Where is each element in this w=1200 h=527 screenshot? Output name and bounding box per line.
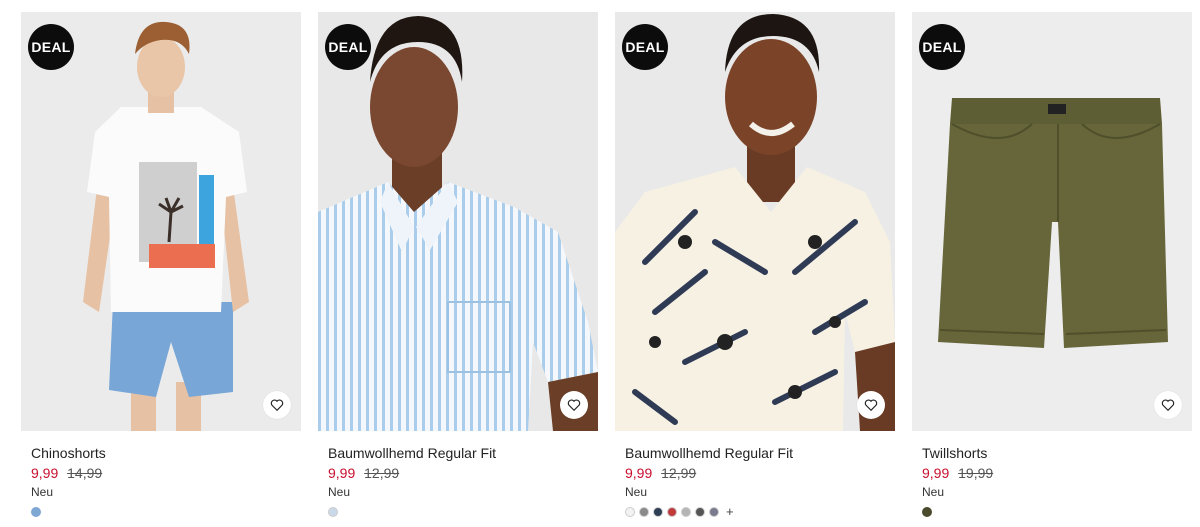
new-label: Neu [922,485,945,499]
color-swatch[interactable] [681,507,691,517]
product-title[interactable]: Chinoshorts [31,445,301,461]
color-swatches: + [625,505,895,518]
product-photo-chinoshorts [21,12,301,431]
product-image[interactable]: DEAL [615,12,895,431]
heart-outline-icon [1161,399,1175,412]
new-label: Neu [31,485,54,499]
color-swatch[interactable] [31,507,41,517]
color-swatch[interactable] [695,507,705,517]
product-photo-striped-shirt [318,12,598,431]
favorite-button[interactable] [263,391,291,419]
color-swatch[interactable] [709,507,719,517]
heart-outline-icon [864,399,878,412]
new-label: Neu [328,485,351,499]
heart-outline-icon [270,399,284,412]
deal-badge: DEAL [28,24,74,70]
color-swatch[interactable] [667,507,677,517]
deal-badge: DEAL [919,24,965,70]
product-card[interactable]: DEAL Twillshorts 9,99 19,99 Neu [912,12,1192,518]
product-prices: 9,99 19,99 [922,465,1192,481]
product-photo-floral-shirt [615,12,895,431]
original-price: 19,99 [958,465,994,481]
product-image[interactable]: DEAL [21,12,301,431]
color-swatch[interactable] [922,507,932,517]
product-card[interactable]: DEAL Baumwollhemd Regular Fit 9,99 12,99… [318,12,598,518]
deal-badge: DEAL [325,24,371,70]
sale-price: 9,99 [31,465,59,481]
color-swatch[interactable] [625,507,635,517]
heart-outline-icon [567,399,581,412]
product-card[interactable]: DEAL Baumwollhemd Regular Fit 9,99 12,99… [615,12,895,518]
product-prices: 9,99 12,99 [625,465,895,481]
color-swatch[interactable] [653,507,663,517]
original-price: 12,99 [661,465,697,481]
color-swatches [31,506,301,518]
original-price: 14,99 [67,465,103,481]
product-photo-twillshorts [912,12,1192,431]
product-card[interactable]: DEAL Chinoshorts 9,99 14,99 Neu [21,12,301,518]
more-colors-button[interactable]: + [726,505,734,518]
color-swatch[interactable] [328,507,338,517]
sale-price: 9,99 [328,465,356,481]
deal-badge: DEAL [622,24,668,70]
original-price: 12,99 [364,465,400,481]
color-swatch[interactable] [639,507,649,517]
favorite-button[interactable] [560,391,588,419]
color-swatches [922,506,1192,518]
product-prices: 9,99 12,99 [328,465,598,481]
product-title[interactable]: Baumwollhemd Regular Fit [625,445,895,461]
product-title[interactable]: Twillshorts [922,445,1192,461]
sale-price: 9,99 [625,465,653,481]
favorite-button[interactable] [1154,391,1182,419]
product-title[interactable]: Baumwollhemd Regular Fit [328,445,598,461]
sale-price: 9,99 [922,465,950,481]
color-swatches [328,506,598,518]
product-prices: 9,99 14,99 [31,465,301,481]
product-image[interactable]: DEAL [318,12,598,431]
new-label: Neu [625,485,648,499]
favorite-button[interactable] [857,391,885,419]
product-image[interactable]: DEAL [912,12,1192,431]
